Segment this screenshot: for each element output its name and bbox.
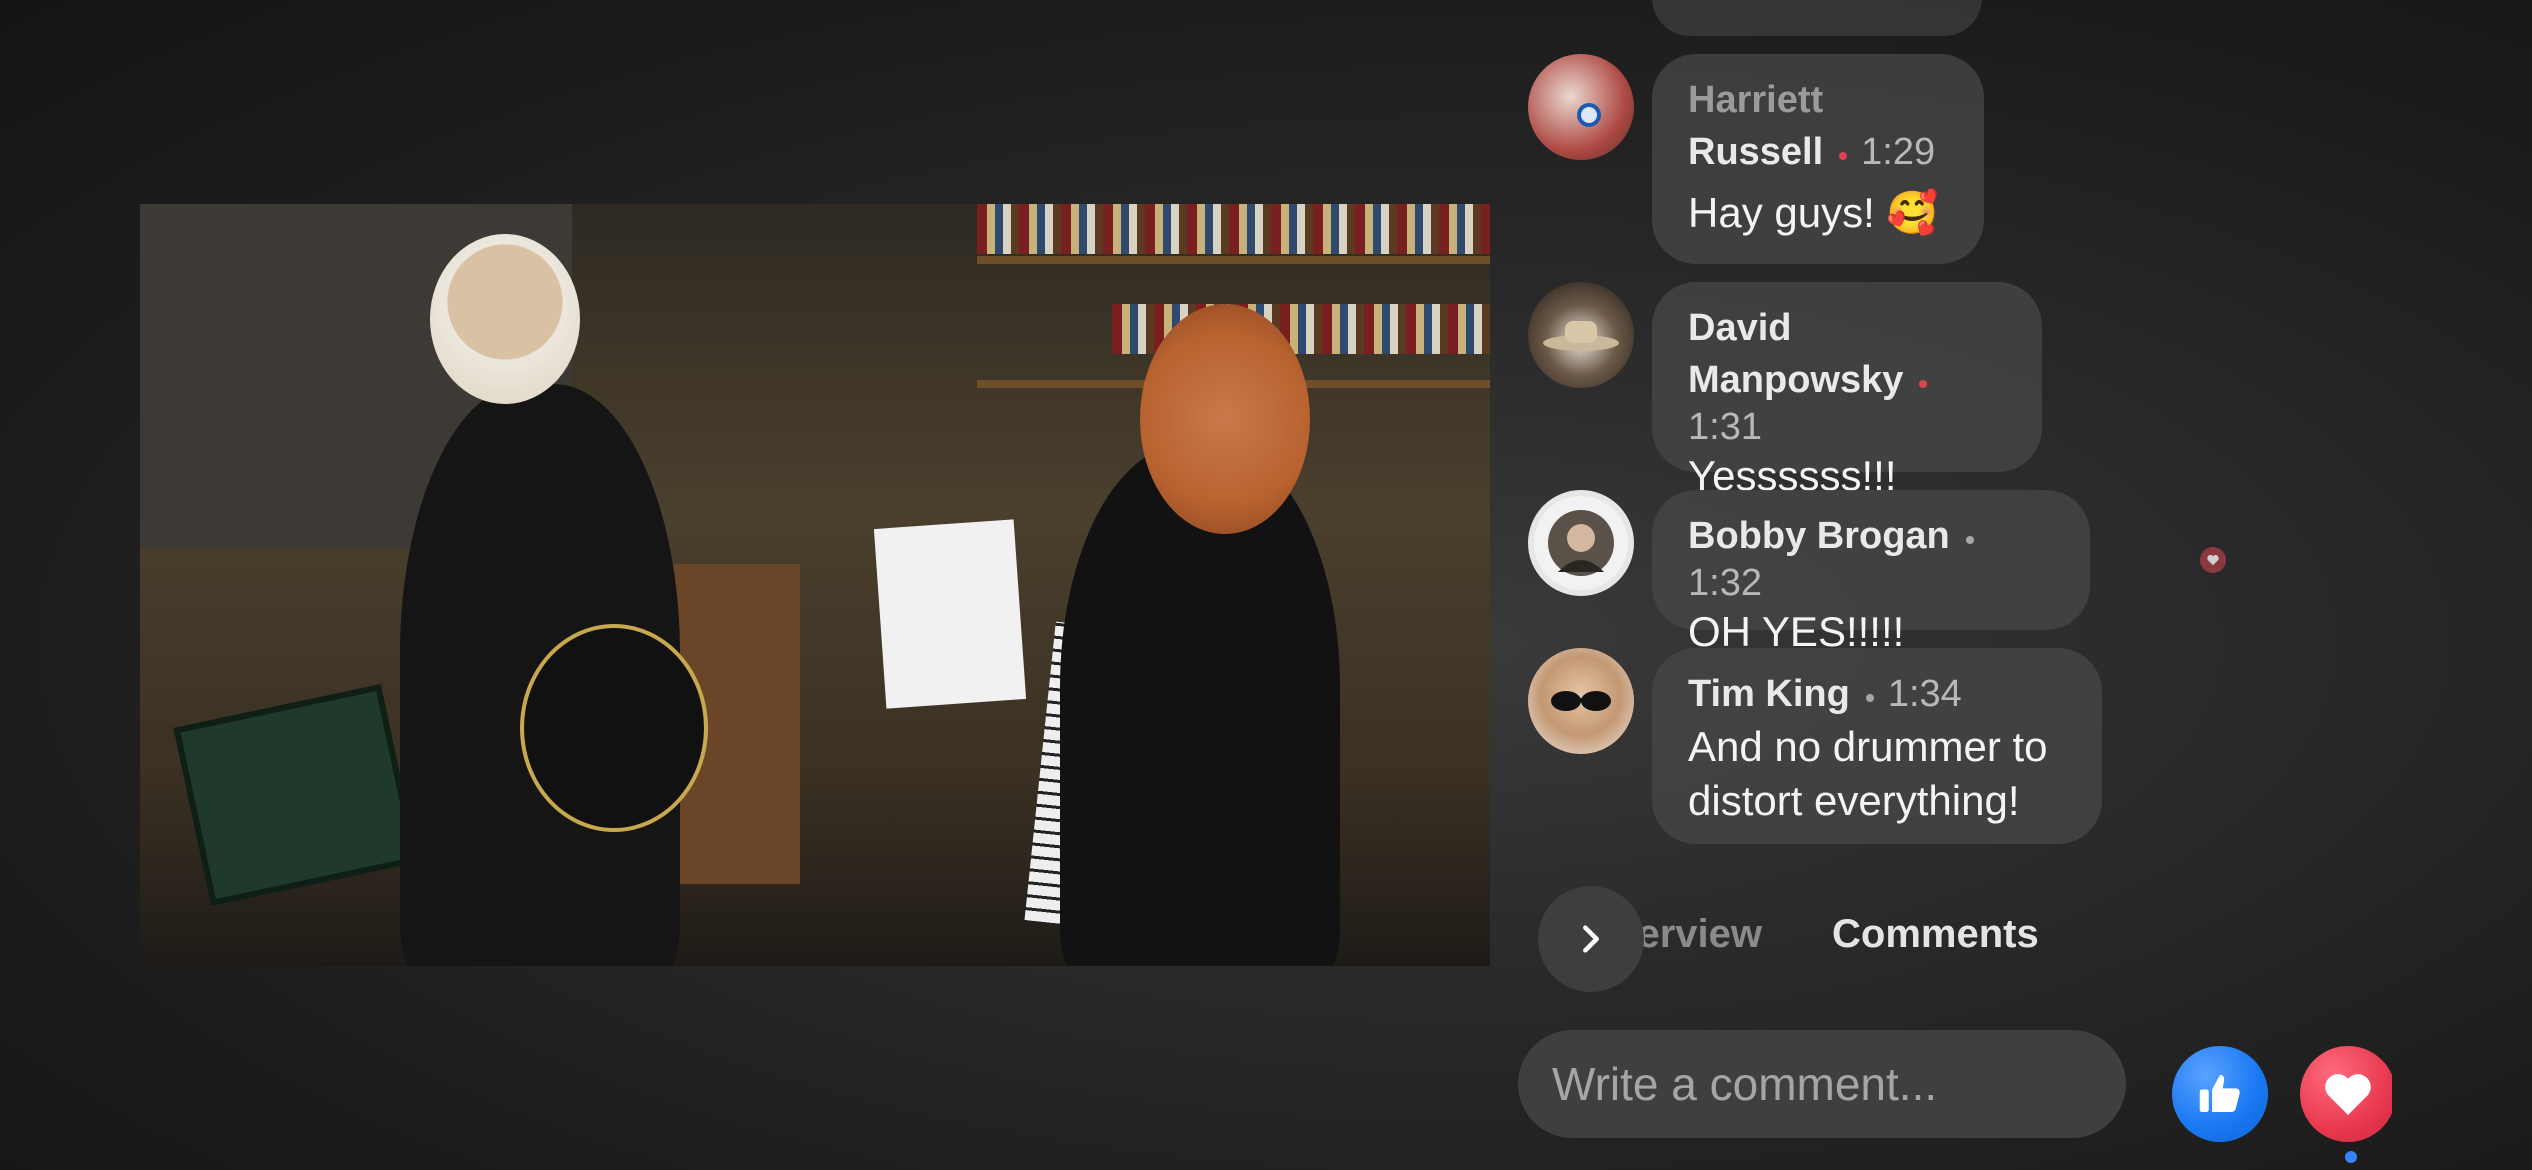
comment-time: 1:34 xyxy=(1887,673,1962,715)
thumbs-up-icon xyxy=(2199,1074,2240,1112)
badge-icon xyxy=(1577,103,1601,127)
comment-bubble: Tim King 1:34 And no drummer to distort e… xyxy=(1652,648,2102,844)
vaccine-badge-avatar[interactable] xyxy=(1528,54,1634,160)
tab-overview[interactable]: Overview xyxy=(1638,912,1762,957)
like-reaction-button[interactable] xyxy=(2172,1046,2268,1142)
video-scene-books xyxy=(977,204,1490,254)
video-scene-amp xyxy=(173,683,419,907)
comment-text-line: And no drummer to xyxy=(1688,723,2048,770)
comment-bubble: David Manpowsky1:31 Yessssss!!! xyxy=(1652,282,2042,499)
video-scene-guitar xyxy=(520,624,708,832)
separator-dot xyxy=(1865,693,1874,702)
sunglasses-avatar[interactable] xyxy=(1528,648,1634,754)
video-scene-guitarist-head xyxy=(430,234,580,404)
comment-time: 1:31 xyxy=(1688,406,1762,448)
comment-bubble: Bobby Brogan1:32 OH YES!!!!! xyxy=(1652,490,2090,655)
portrait-icon xyxy=(1548,510,1614,576)
video-scene-bassist-head xyxy=(1140,304,1310,534)
reaction-indicator-dot xyxy=(2345,1151,2357,1163)
comment-time: 1:29 xyxy=(1861,131,1936,173)
separator-dot xyxy=(1919,379,1928,388)
comment-text: Hay guys! 🥰 xyxy=(1688,189,1939,236)
circular-badge-avatar[interactable] xyxy=(1528,490,1634,596)
comment-bubble: Harriett Russell 1:29 Hay guys! 🥰 xyxy=(1652,54,1984,264)
tabs-scroll-button[interactable] xyxy=(1538,886,1644,992)
separator-dot xyxy=(1965,535,1974,544)
comment-text-line: distort everything! xyxy=(1688,777,2020,824)
video-scene-shelf xyxy=(977,256,1490,264)
comment-author-first-name[interactable]: David xyxy=(1688,302,2006,354)
comment-time: 1:32 xyxy=(1688,562,1762,604)
previous-comment-bubble xyxy=(1652,0,1982,36)
video-scene-music-stand xyxy=(873,519,1027,709)
heart-icon xyxy=(2207,555,2219,566)
live-video-player[interactable] xyxy=(140,204,1490,966)
love-reaction-button[interactable] xyxy=(2300,1046,2392,1142)
hat-icon xyxy=(1543,321,1619,351)
sunglasses-icon xyxy=(1551,691,1611,711)
tab-comments[interactable]: Comments xyxy=(1832,912,2039,957)
heart-icon xyxy=(2325,1074,2371,1115)
comment-author-last-name[interactable]: Manpowsky xyxy=(1688,359,1903,401)
comment-author-last-name[interactable]: Russell xyxy=(1688,131,1823,173)
love-reaction-clip xyxy=(2300,1046,2392,1142)
comment-input[interactable] xyxy=(1518,1030,2126,1138)
panel-tabs: Overview Comments xyxy=(1538,886,2098,992)
cowboy-hat-avatar[interactable] xyxy=(1528,282,1634,388)
comment-author-first-name[interactable]: Harriett xyxy=(1688,74,1948,126)
floating-heart-reaction xyxy=(2200,547,2226,573)
separator-dot xyxy=(1839,151,1848,160)
comment-author-name[interactable]: Tim King xyxy=(1688,673,1850,715)
chevron-right-icon xyxy=(1583,925,1599,953)
comment-author-name[interactable]: Bobby Brogan xyxy=(1688,515,1950,557)
